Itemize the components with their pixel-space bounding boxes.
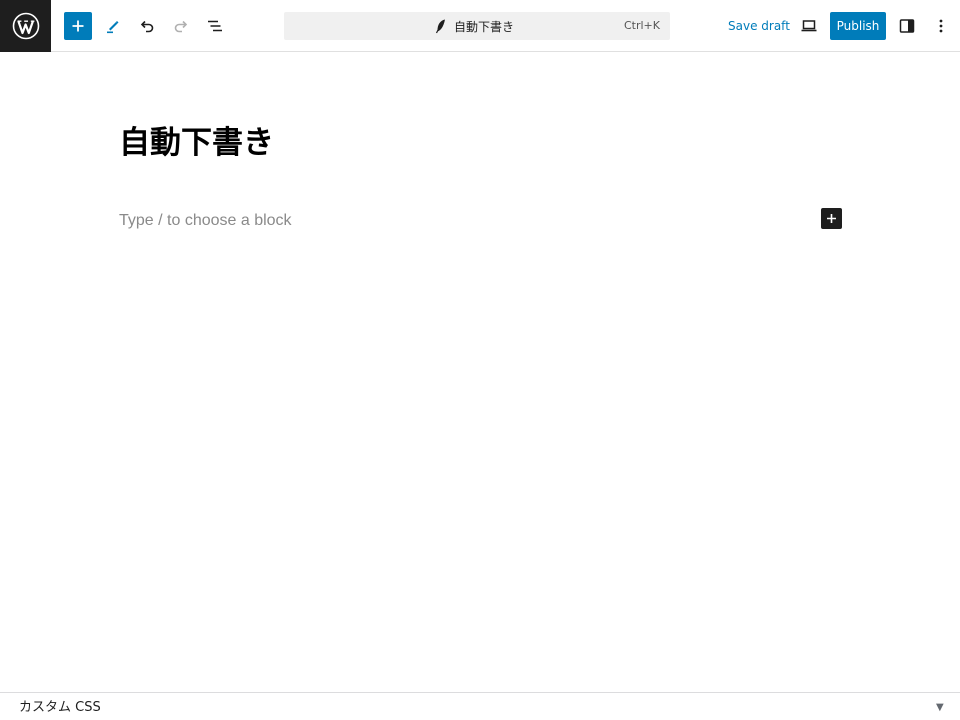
plus-icon: [72, 20, 84, 32]
add-block-button[interactable]: [821, 208, 842, 229]
post-title[interactable]: 自動下書き: [119, 117, 274, 162]
editor-canvas: 自動下書き Type / to choose a block: [0, 53, 960, 692]
block-inserter-button[interactable]: [64, 12, 92, 40]
triangle-down-icon[interactable]: ▼: [936, 693, 944, 720]
empty-block-placeholder[interactable]: Type / to choose a block: [119, 212, 292, 230]
redo-button[interactable]: [165, 10, 197, 42]
command-bar-title: 自動下書き: [454, 19, 515, 34]
options-button[interactable]: [925, 10, 957, 42]
laptop-icon: [801, 20, 817, 32]
redo-icon: [174, 20, 188, 33]
undo-icon: [140, 20, 154, 33]
undo-button[interactable]: [131, 10, 163, 42]
command-bar-shortcut: Ctrl+K: [623, 19, 660, 32]
document-overview-button[interactable]: [199, 10, 231, 42]
custom-css-label: カスタム CSS: [19, 700, 101, 715]
wordpress-logo-button[interactable]: [0, 0, 51, 52]
custom-css-panel[interactable]: カスタム CSS ▼: [0, 692, 960, 720]
pen-icon: [107, 21, 119, 34]
plus-icon: [827, 214, 836, 223]
settings-button[interactable]: [891, 10, 923, 42]
command-bar-content: 自動下書き: [434, 12, 514, 40]
preview-button[interactable]: [793, 10, 825, 42]
sidebar-icon: [899, 19, 915, 33]
feather-icon: [435, 19, 445, 34]
tools-button[interactable]: [97, 10, 129, 42]
more-vertical-icon: [939, 19, 943, 33]
list-view-icon: [208, 20, 222, 32]
save-draft-button[interactable]: Save draft: [722, 12, 796, 40]
wordpress-icon: [12, 12, 39, 40]
publish-button[interactable]: Publish: [830, 12, 886, 40]
command-palette-bar[interactable]: 自動下書き Ctrl+K: [284, 12, 670, 40]
editor-header: 自動下書き Ctrl+K Save draft Publish: [0, 0, 960, 52]
